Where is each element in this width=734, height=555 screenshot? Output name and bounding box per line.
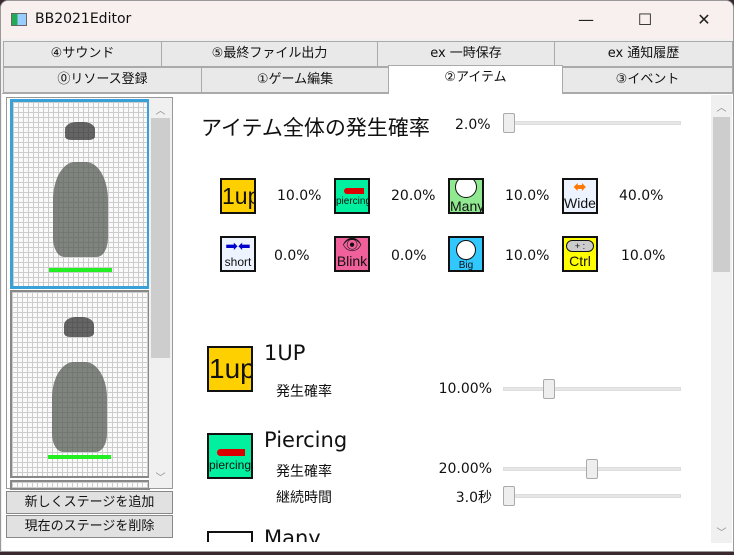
overall-probability-label: アイテム全体の発生確率 bbox=[201, 116, 430, 140]
character-head bbox=[65, 122, 95, 140]
character-figure bbox=[52, 362, 107, 452]
piercing-icon: piercing bbox=[207, 433, 253, 479]
stage-thumbnail[interactable] bbox=[10, 99, 150, 289]
short-icon: ➡⬅ short bbox=[220, 236, 256, 272]
1up-icon: 1up bbox=[220, 178, 256, 214]
scrollbar-thumb[interactable] bbox=[713, 117, 730, 272]
piercing-probability-value: 20.00% bbox=[438, 461, 492, 477]
item-wide-rate: 40.0% bbox=[619, 188, 664, 204]
paddle-bar bbox=[48, 455, 111, 459]
overall-probability-slider[interactable] bbox=[503, 113, 681, 133]
title-bar: BB2021Editor — ☐ ✕ bbox=[1, 1, 733, 39]
tab-event[interactable]: ③イベント bbox=[562, 67, 733, 93]
blink-icon: 👁 Blink bbox=[334, 236, 370, 272]
probability-label: 発生確率 bbox=[276, 384, 332, 400]
scroll-up-icon[interactable]: ︿ bbox=[149, 102, 172, 117]
section-title-piercing: Piercing bbox=[264, 428, 348, 452]
scrollbar-thumb[interactable] bbox=[151, 118, 170, 358]
window-title: BB2021Editor bbox=[35, 11, 132, 27]
section-title-1up: 1UP bbox=[264, 341, 306, 365]
item-piercing-rate: 20.0% bbox=[391, 188, 436, 204]
app-icon bbox=[11, 13, 27, 26]
item-big-ball-rate: 10.0% bbox=[505, 248, 550, 264]
tab-item[interactable]: ②アイテム bbox=[388, 65, 563, 94]
item-many-rate: 10.0% bbox=[505, 188, 550, 204]
overall-probability-value: 2.0% bbox=[455, 117, 491, 133]
stage-list-scrollbar[interactable]: ︿ ﹀ bbox=[149, 98, 172, 488]
piercing-duration-value: 3.0秒 bbox=[455, 490, 492, 506]
1up-probability-value: 10.00% bbox=[438, 381, 492, 397]
many-icon bbox=[207, 531, 253, 542]
paddle-bar bbox=[49, 268, 112, 272]
character-head bbox=[64, 317, 94, 337]
piercing-icon: piercing bbox=[334, 178, 370, 214]
tab-notification-history[interactable]: ex 通知履歴 bbox=[554, 41, 733, 67]
minimize-button[interactable]: — bbox=[563, 7, 609, 33]
tab-resource[interactable]: ⓪リソース登録 bbox=[3, 67, 202, 93]
piercing-duration-slider[interactable] bbox=[503, 486, 681, 506]
scroll-down-icon[interactable]: ﹀ bbox=[149, 469, 172, 484]
stage-thumbnail[interactable] bbox=[10, 290, 150, 478]
scroll-up-icon[interactable]: ︿ bbox=[711, 99, 732, 114]
tab-game-edit[interactable]: ①ゲーム編集 bbox=[201, 67, 389, 93]
item-1up-rate: 10.0% bbox=[277, 188, 322, 204]
character-figure bbox=[53, 162, 108, 257]
probability-label: 発生確率 bbox=[276, 464, 332, 480]
add-stage-button[interactable]: 新しくステージを追加 bbox=[6, 491, 173, 514]
section-title-many: Many bbox=[264, 526, 321, 542]
scroll-down-icon[interactable]: ﹀ bbox=[711, 524, 732, 539]
main-scrollbar[interactable]: ︿ ﹀ bbox=[711, 95, 732, 543]
stage-thumbnail[interactable] bbox=[10, 480, 150, 490]
tab-temp-save[interactable]: ex 一時保存 bbox=[377, 41, 555, 67]
delete-stage-button[interactable]: 現在のステージを削除 bbox=[6, 515, 173, 538]
stage-list[interactable]: ︿ ﹀ bbox=[6, 97, 173, 490]
item-blink-rate: 0.0% bbox=[391, 248, 427, 264]
tab-final-output[interactable]: ⑤最終ファイル出力 bbox=[161, 41, 378, 67]
ctrl-icon: + : Ctrl bbox=[562, 236, 598, 272]
maximize-button[interactable]: ☐ bbox=[622, 7, 668, 33]
big-ball-icon: Big ball bbox=[448, 236, 484, 272]
duration-label: 継続時間 bbox=[276, 490, 332, 506]
1up-icon: 1up bbox=[207, 346, 253, 392]
wide-icon: ⬌ Wide bbox=[562, 178, 598, 214]
close-button[interactable]: ✕ bbox=[681, 7, 727, 33]
piercing-probability-slider[interactable] bbox=[503, 459, 681, 479]
item-ctrl-rate: 10.0% bbox=[621, 248, 666, 264]
many-section-clipped: Many bbox=[191, 521, 711, 542]
item-short-rate: 0.0% bbox=[274, 248, 310, 264]
1up-probability-slider[interactable] bbox=[503, 379, 681, 399]
many-icon: Many bbox=[448, 178, 484, 214]
app-window: BB2021Editor — ☐ ✕ ④サウンド ⑤最終ファイル出力 ex 一時… bbox=[0, 0, 734, 552]
tab-sound[interactable]: ④サウンド bbox=[3, 41, 162, 67]
